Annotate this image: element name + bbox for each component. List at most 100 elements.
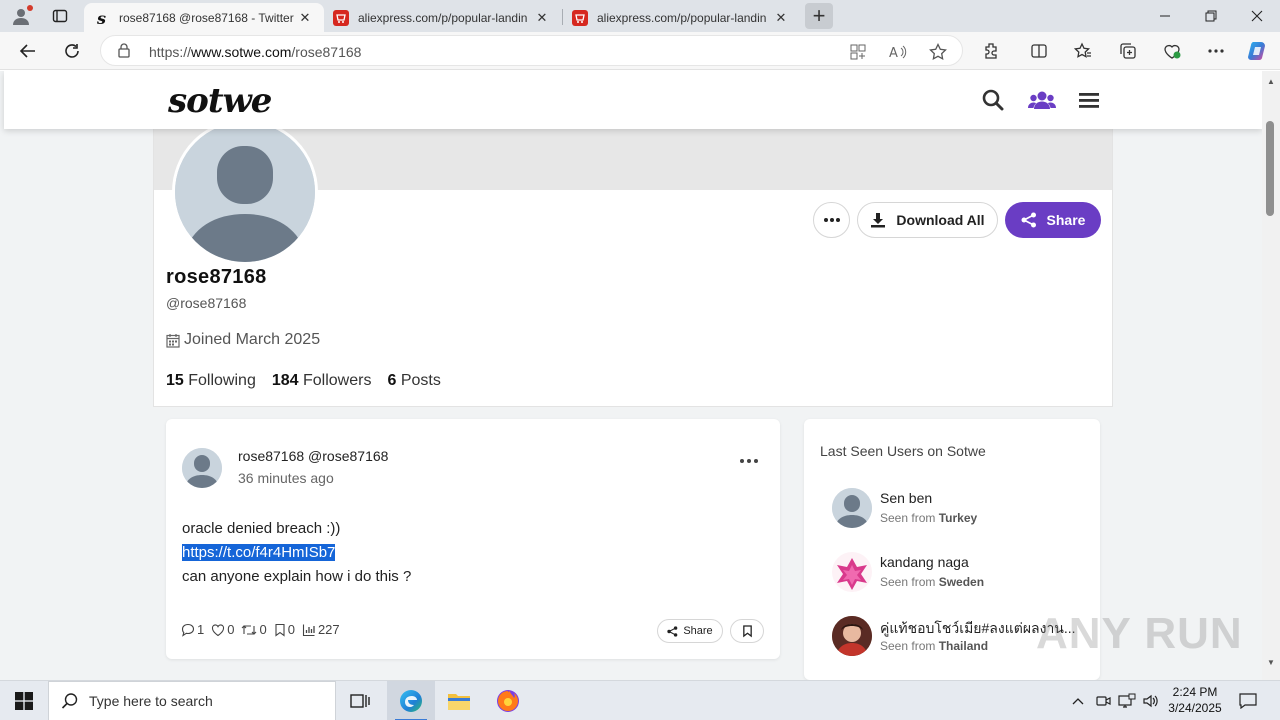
retweet-icon	[242, 624, 257, 635]
post-avatar[interactable]	[182, 448, 222, 488]
tab-aliexpress-1[interactable]: aliexpress.com/p/popular-landin ✕	[323, 3, 561, 32]
back-icon[interactable]	[13, 36, 43, 66]
volume-icon[interactable]	[1140, 681, 1162, 720]
sotwe-logo[interactable]: sotwe	[168, 81, 272, 121]
post-timestamp[interactable]: 36 minutes ago	[238, 470, 334, 486]
collections-icon[interactable]	[1113, 36, 1143, 66]
firefox-icon[interactable]	[484, 681, 532, 720]
tab-sotwe[interactable]: s rose87168 @rose87168 - Twitter P ✕	[84, 3, 324, 32]
browser-essentials-icon[interactable]	[1157, 36, 1187, 66]
users-group-icon[interactable]	[1027, 88, 1057, 112]
views-chart-icon	[302, 624, 315, 636]
profile-share-button[interactable]: Share	[1005, 202, 1101, 238]
tray-overflow-icon[interactable]	[1068, 681, 1088, 720]
post-bookmark-button[interactable]	[730, 619, 764, 643]
tab-title: rose87168 @rose87168 - Twitter P	[119, 10, 296, 25]
reply-action[interactable]: 1	[181, 622, 204, 637]
scroll-down-icon[interactable]: ▼	[1266, 658, 1276, 668]
tab-aliexpress-2[interactable]: aliexpress.com/p/popular-landin ✕	[562, 3, 800, 32]
url-text[interactable]: https://www.sotwe.com/rose87168	[149, 44, 361, 60]
comment-icon	[181, 623, 195, 637]
refresh-icon[interactable]	[57, 36, 87, 66]
search-icon	[61, 693, 78, 709]
scrollbar-thumb[interactable]	[1266, 121, 1274, 216]
joined-text: Joined March 2025	[184, 331, 321, 348]
aliexpress-cart-icon	[333, 9, 349, 26]
download-all-button[interactable]: Download All	[857, 202, 998, 238]
page-viewport: sotwe Download All Share rose87168 @rose…	[0, 71, 1262, 680]
user-avatar	[832, 488, 872, 528]
download-all-label: Download All	[896, 212, 985, 228]
new-tab-button[interactable]: +	[805, 3, 833, 29]
posts-stat[interactable]: 6 Posts	[387, 372, 440, 390]
bookmark-icon	[275, 623, 285, 637]
download-icon	[870, 212, 886, 228]
sotwe-s-icon: s	[94, 10, 110, 26]
search-icon[interactable]	[980, 88, 1006, 112]
meet-now-icon[interactable]	[1093, 681, 1113, 720]
page-scrollbar[interactable]: ▲ ▼	[1262, 71, 1280, 680]
scroll-up-icon[interactable]: ▲	[1266, 77, 1276, 87]
svg-text:s: s	[96, 10, 106, 26]
seen-user-location: Seen from Turkey	[880, 511, 978, 525]
tab-close-icon[interactable]: ✕	[772, 10, 790, 26]
profile-avatar	[172, 119, 318, 265]
file-explorer-icon[interactable]	[435, 681, 483, 720]
tab-close-icon[interactable]: ✕	[533, 10, 551, 26]
read-aloud-icon[interactable]: A	[888, 42, 908, 62]
taskbar-search-placeholder: Type here to search	[89, 693, 213, 709]
post-username[interactable]: rose87168 @rose87168	[238, 448, 388, 464]
retweet-action[interactable]: 0	[241, 622, 267, 637]
windows-start-icon[interactable]	[0, 681, 48, 720]
post-more-icon[interactable]	[738, 451, 760, 471]
app-available-icon[interactable]	[848, 42, 868, 62]
post-body: oracle denied breach :)) https://t.co/f4…	[182, 517, 411, 589]
post-link[interactable]: https://t.co/f4r4HmISb7	[182, 544, 336, 561]
profile-handle: @rose87168	[166, 295, 247, 311]
like-action[interactable]: 0	[211, 622, 234, 637]
tab-title: aliexpress.com/p/popular-landin	[597, 10, 767, 25]
seen-user-item[interactable]: kandang naga Seen from Sweden	[832, 552, 1092, 596]
task-view-icon[interactable]	[336, 681, 384, 720]
seen-user-item[interactable]: Sen ben Seen from Turkey	[832, 488, 1092, 532]
post-card: rose87168 @rose87168 36 minutes ago orac…	[166, 419, 780, 659]
hamburger-menu-icon[interactable]	[1076, 88, 1102, 112]
post-line: can anyone explain how i do this ?	[182, 568, 412, 585]
anyrun-watermark: ANY RUN	[1036, 609, 1243, 658]
share-label: Share	[1046, 212, 1086, 228]
post-share-button[interactable]: Share	[657, 619, 723, 643]
notifications-icon[interactable]	[1234, 681, 1262, 720]
favorites-icon[interactable]	[1068, 36, 1098, 66]
following-stat[interactable]: 15 Following	[166, 372, 256, 390]
profile-icon[interactable]	[8, 4, 34, 28]
clock-time: 2:24 PM	[1172, 685, 1218, 699]
favorite-star-icon[interactable]	[928, 42, 948, 62]
browser-tab-bar: s rose87168 @rose87168 - Twitter P ✕ ali…	[0, 0, 1280, 32]
taskbar-clock[interactable]: 2:24 PM 3/24/2025	[1160, 684, 1230, 716]
bookmark-action[interactable]: 0	[274, 622, 295, 637]
calendar-icon	[166, 333, 180, 348]
more-options-icon[interactable]	[1201, 36, 1231, 66]
minimize-icon[interactable]	[1142, 0, 1188, 32]
split-screen-icon[interactable]	[1024, 36, 1054, 66]
close-window-icon[interactable]	[1234, 0, 1280, 32]
user-avatar	[832, 616, 872, 656]
views-stat: 227	[302, 622, 340, 637]
svg-text:A: A	[889, 46, 898, 60]
extensions-icon[interactable]	[976, 36, 1006, 66]
taskbar-search-box[interactable]: Type here to search	[48, 681, 336, 720]
edge-taskbar-icon[interactable]	[387, 681, 435, 720]
seen-user-location: Seen from Thailand	[880, 639, 989, 653]
lock-icon[interactable]	[117, 42, 131, 63]
restore-icon[interactable]	[1188, 0, 1234, 32]
followers-stat[interactable]: 184 Followers	[272, 372, 372, 390]
network-icon[interactable]	[1116, 681, 1138, 720]
windows-taskbar: Type here to search 2:24 PM 3/24/2025	[0, 680, 1280, 720]
profile-stats: 15 Following 184 Followers 6 Posts	[166, 372, 457, 390]
tab-actions-icon[interactable]	[46, 4, 74, 28]
address-bar[interactable]: https://www.sotwe.com/rose87168 A	[100, 35, 963, 66]
profile-more-button[interactable]	[813, 202, 850, 238]
tab-close-icon[interactable]: ✕	[296, 10, 314, 26]
copilot-icon[interactable]	[1243, 36, 1273, 66]
tab-title: aliexpress.com/p/popular-landin	[358, 10, 528, 25]
